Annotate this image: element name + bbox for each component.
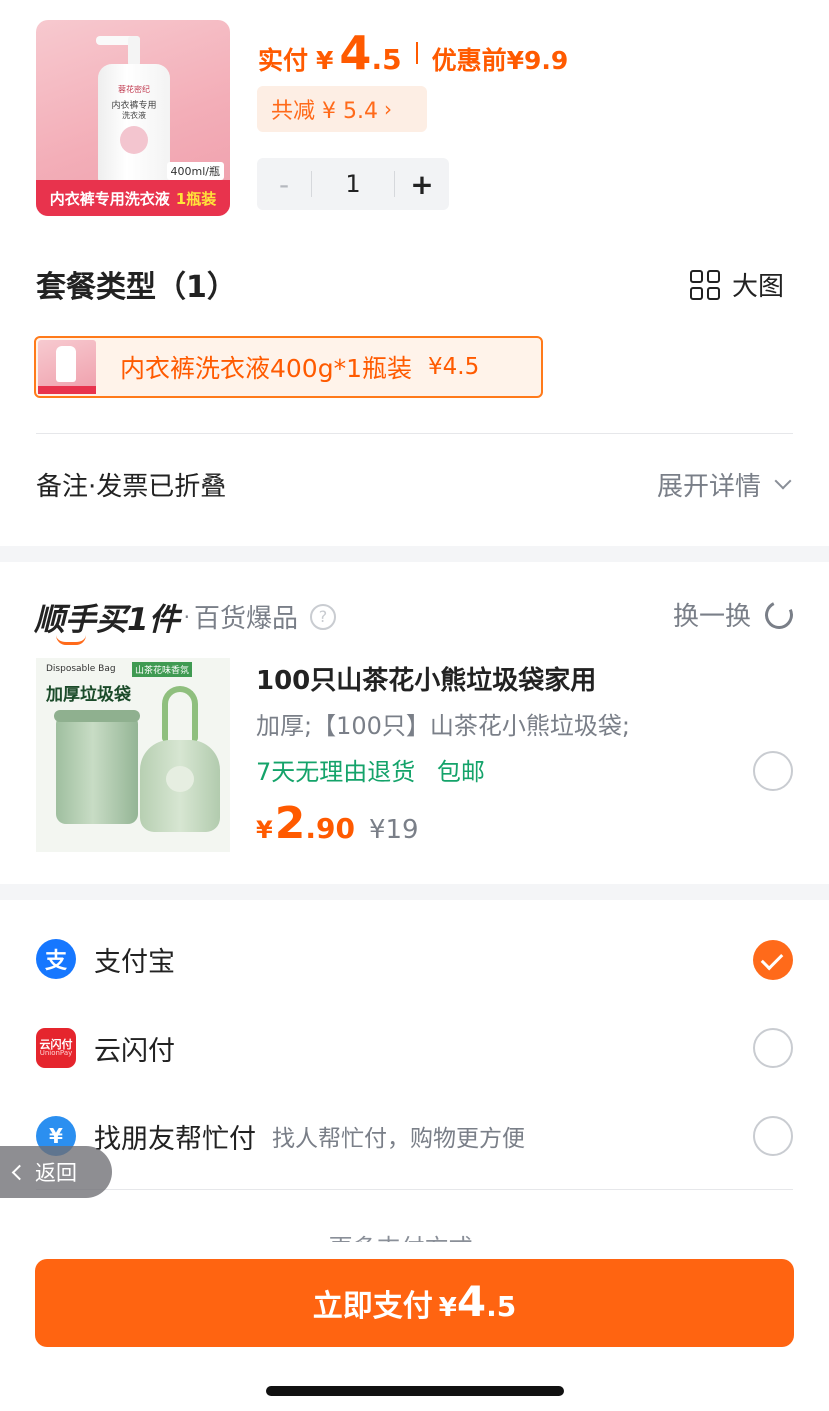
thumb-banner [38,386,96,394]
bottle-pump [128,36,140,66]
add-on-product-desc: 加厚;【100只】山茶花小熊垃圾袋; [256,712,630,740]
before-discount-price: 优惠前¥9.9 [431,46,569,75]
bag-image-small-label: Disposable Bag [46,664,116,674]
add-on-currency: ¥ [256,816,273,844]
paid-price-line: 实付 ¥ 4 .5 优惠前¥9.9 [258,26,568,80]
product-volume: 400ml/瓶 [166,162,224,180]
chevron-down-icon [774,472,792,489]
payment-method-alipay[interactable]: 支 支付宝 [36,939,175,979]
unionpay-radio[interactable] [753,1028,793,1068]
divider [36,433,793,434]
back-button[interactable]: 返回 [0,1146,112,1198]
back-label: 返回 [35,1161,77,1185]
bottle-name-line2: 洗衣液 [122,111,146,120]
package-option-price: ¥4.5 [428,354,480,380]
add-on-price-dec: .90 [305,812,355,845]
return-policy-tag: 7天无理由退货 [256,758,416,786]
add-on-brand-text: 顺手买1件 [34,602,180,638]
add-on-product-tags: 7天无理由退货 包邮 [256,752,485,787]
unionpay-icon-subtext: UnionPay [39,1049,73,1058]
payment-method-unionpay[interactable]: 云闪付 UnionPay 云闪付 [36,1028,175,1068]
paid-amount-int: 4 [339,26,372,80]
chevron-right-icon: › [383,97,392,121]
price-divider [415,42,418,64]
title-dot: · [183,604,190,629]
bottle-body: 蓉花密纪 内衣裤专用 洗衣液 [98,64,170,186]
product-banner: 内衣裤专用洗衣液 1瓶装 [36,180,230,216]
add-on-brand: 顺手买1件 [34,594,180,645]
add-on-section-title: 顺手买1件 · 百货爆品 ? [34,594,336,645]
swap-button[interactable]: 换一换 [672,596,797,633]
product-image[interactable]: 蓉花密纪 内衣裤专用 洗衣液 400ml/瓶 内衣裤专用洗衣液 1瓶装 [36,20,230,216]
bottle-graphic [120,126,148,154]
grid-view-icon [690,269,720,300]
expand-details-label: 展开详情 [656,472,761,502]
smile-logo-icon [56,635,86,645]
bag-image-tag: 山茶花味香氛 [132,662,193,677]
pay-now-label: 立即支付 [312,1289,433,1324]
package-option-thumbnail [38,340,96,394]
payment-method-desc: 找人帮忙付，购物更方便 [272,1126,525,1152]
big-view-toggle[interactable]: 大图 [690,266,784,303]
add-on-product-price: ¥ 2 .90 ¥19 [256,798,419,849]
package-type-title: 套餐类型（1） [36,270,237,305]
add-on-subtitle: 百货爆品 [193,604,298,634]
thumb-bottle [56,346,76,382]
big-view-label: 大图 [732,272,785,302]
paid-label: 实付 [258,46,309,75]
free-shipping-tag: 包邮 [436,758,485,786]
bag-handle-graphic [162,686,198,742]
payment-method-name: 找朋友帮忙付 [94,1123,256,1155]
help-icon[interactable]: ? [309,603,336,630]
decrease-button[interactable]: - [257,168,311,201]
bear-graphic [166,766,194,792]
alipay-icon: 支 [36,939,76,979]
bag-image-heading: 加厚垃圾袋 [46,685,131,705]
add-on-select-radio[interactable] [753,751,793,791]
add-on-price-int: 2 [274,798,306,849]
quantity-value[interactable]: 1 [312,170,394,198]
pay-now-currency: ¥ [438,1293,457,1323]
pay-now-button[interactable]: 立即支付 ¥ 4 .5 [35,1259,794,1347]
expand-details-button[interactable]: 展开详情 [656,466,792,503]
add-on-product-title[interactable]: 100只山茶花小熊垃圾袋家用 [256,660,596,697]
payment-method-name: 云闪付 [94,1035,175,1067]
paid-currency: ¥ [316,46,334,75]
section-separator [0,546,829,562]
bottle-brand: 蓉花密纪 [118,85,150,94]
payment-method-friend-pay[interactable]: ¥ 找朋友帮忙付 找人帮忙付，购物更方便 [36,1116,525,1156]
pay-now-amount-dec: .5 [486,1290,517,1323]
alipay-radio[interactable] [753,940,793,980]
add-on-original-price: ¥19 [368,815,419,845]
quantity-stepper: - 1 + [257,158,449,210]
pay-now-amount-int: 4 [456,1277,487,1326]
total-reduce-text: 共减 ¥ 5.4 [271,99,378,124]
note-invoice-label: 备注·发票已折叠 [36,472,227,502]
swap-label: 换一换 [672,602,751,632]
trash-can-graphic [54,710,140,824]
friend-pay-radio[interactable] [753,1116,793,1156]
package-option[interactable]: 内衣裤洗衣液400g*1瓶装 ¥4.5 [34,336,543,398]
paid-amount-dec: .5 [371,43,402,76]
divider [36,1189,793,1190]
refresh-icon [761,596,797,633]
add-on-product-image[interactable]: Disposable Bag 山茶花味香氛 加厚垃圾袋 [36,658,230,852]
package-option-label: 内衣裤洗衣液400g*1瓶装 [120,354,412,383]
payment-method-name: 支付宝 [94,946,175,978]
unionpay-icon: 云闪付 UnionPay [36,1028,76,1068]
product-banner-highlight: 1瓶装 [175,189,217,208]
more-payment-methods[interactable]: 更多支付方式 ⌄ [0,1228,829,1242]
section-separator [0,884,829,900]
product-banner-text: 内衣裤专用洗衣液 [49,189,170,208]
chevron-left-icon [11,1164,28,1180]
increase-button[interactable]: + [395,168,449,201]
total-reduce-chip[interactable]: 共减 ¥ 5.4 › [257,86,427,132]
can-lid [54,710,140,722]
home-indicator[interactable] [266,1386,564,1396]
